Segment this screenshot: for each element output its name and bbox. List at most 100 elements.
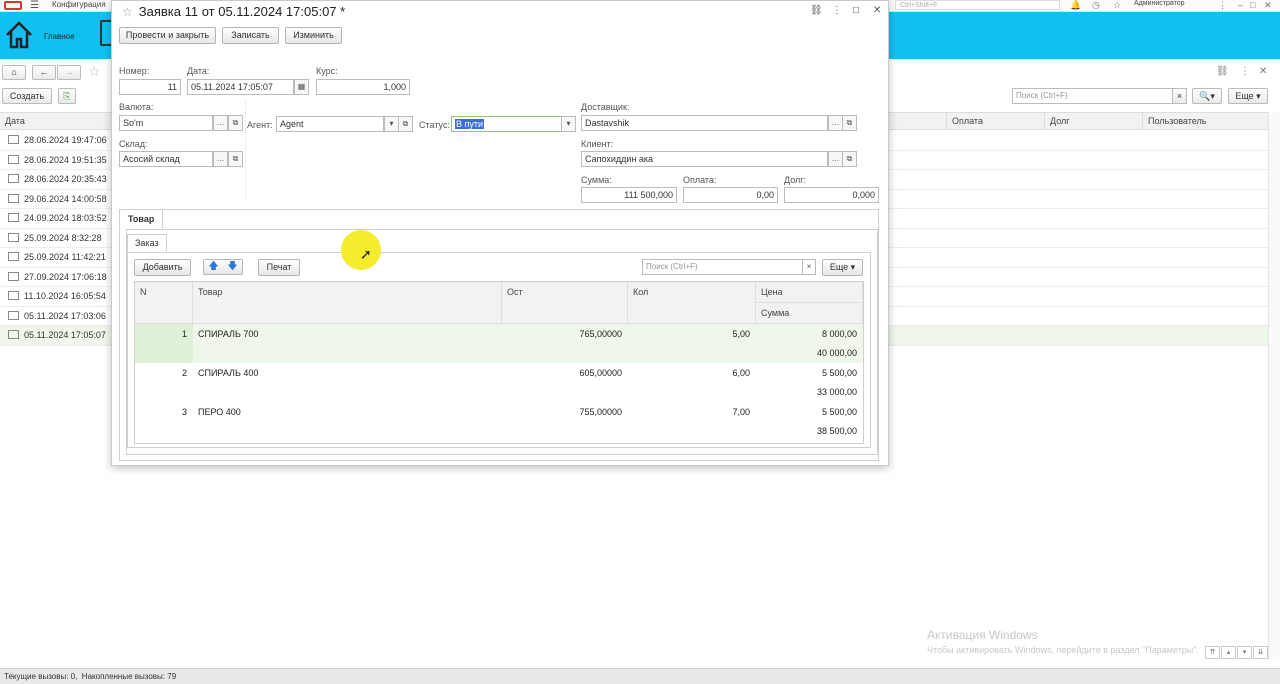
list-search-button[interactable]: 🔍▾ <box>1192 88 1222 104</box>
rate-field[interactable]: 1,000 <box>316 79 410 95</box>
table-more-button[interactable]: Еще ▾ <box>822 259 863 276</box>
col-debt[interactable]: Долг <box>1044 113 1142 130</box>
row-product[interactable]: ПЕРО 400 <box>198 407 241 417</box>
tab-order[interactable]: Заказ <box>127 234 167 252</box>
row-price[interactable]: 5 500,00 <box>756 407 857 417</box>
row-n[interactable]: 2 <box>135 368 187 378</box>
save-button[interactable]: Записать <box>222 27 279 44</box>
table-search-input[interactable]: Поиск (Ctrl+F) <box>642 259 803 275</box>
minimize-icon[interactable]: – <box>1238 0 1243 10</box>
header-qty[interactable]: Кол <box>628 282 756 324</box>
row-n[interactable]: 3 <box>135 407 187 417</box>
list-close-icon[interactable]: ✕ <box>1259 66 1267 77</box>
row-product[interactable]: СПИРАЛЬ 400 <box>198 368 258 378</box>
row-qty[interactable]: 5,00 <box>628 329 750 339</box>
supplier-select-button[interactable]: … <box>828 115 843 131</box>
status-dropdown-icon[interactable]: ▾ <box>561 116 576 132</box>
link-icon[interactable]: ⛓ <box>810 5 823 16</box>
settings-icon[interactable]: ⋮ <box>1218 0 1227 11</box>
number-field[interactable]: 11 <box>119 79 181 95</box>
close-icon[interactable]: ✕ <box>1264 0 1272 11</box>
copy-icon[interactable]: ⎘ <box>58 88 76 104</box>
col-payment[interactable]: Оплата <box>946 113 1044 130</box>
header-sum[interactable]: Сумма <box>756 303 863 324</box>
favorite-star-icon[interactable]: ☆ <box>88 63 101 80</box>
change-button[interactable]: Изминить <box>285 27 342 44</box>
tab-goods[interactable]: Товар <box>119 209 164 229</box>
header-stock[interactable]: Ост <box>502 282 628 324</box>
back-button[interactable]: ← <box>32 65 56 80</box>
col-user[interactable]: Пользователь <box>1142 113 1268 130</box>
calendar-icon[interactable]: ▦ <box>294 79 309 95</box>
row-qty[interactable]: 6,00 <box>628 368 750 378</box>
currency-field[interactable]: So'm <box>119 115 213 131</box>
row-sum[interactable]: 40 000,00 <box>756 348 857 358</box>
row-qty[interactable]: 7,00 <box>628 407 750 417</box>
forward-button[interactable]: → <box>57 65 81 80</box>
maximize-icon[interactable]: □ <box>1250 0 1255 10</box>
supplier-field[interactable]: Dastavshik <box>581 115 828 131</box>
sum-field[interactable]: 111 500,000 <box>581 187 677 203</box>
paid-field[interactable]: 0,00 <box>683 187 778 203</box>
currency-open-icon[interactable]: ⧉ <box>228 115 243 131</box>
table-search-clear-icon[interactable]: × <box>802 259 816 275</box>
client-open-icon[interactable]: ⧉ <box>842 151 857 167</box>
row-n[interactable]: 1 <box>135 329 187 339</box>
agent-field[interactable]: Agent <box>276 116 384 132</box>
date-field[interactable]: 05.11.2024 17:05:07 <box>187 79 294 95</box>
scroll-top-icon[interactable]: ⇈ <box>1205 646 1220 659</box>
client-field[interactable]: Сапохиддин ака <box>581 151 828 167</box>
move-down-icon[interactable]: 🡇 <box>223 260 242 274</box>
link-icon[interactable]: ⛓ <box>1216 66 1229 77</box>
list-search-input[interactable]: Поиск (Ctrl+F) <box>1012 88 1187 104</box>
add-row-button[interactable]: Добавить <box>134 259 191 276</box>
col-date[interactable]: Дата <box>0 113 110 130</box>
more-icon[interactable]: ⋮ <box>832 5 842 16</box>
menu-icon[interactable]: ☰ <box>30 0 39 11</box>
header-product[interactable]: Товар <box>193 282 502 324</box>
list-scrollbar[interactable] <box>1268 112 1280 660</box>
row-price[interactable]: 8 000,00 <box>756 329 857 339</box>
status-field[interactable]: В пути <box>451 116 562 132</box>
home-icon[interactable] <box>4 20 34 50</box>
scroll-up-icon[interactable]: ▴ <box>1221 646 1236 659</box>
home-nav-button[interactable]: ⌂ <box>2 65 26 80</box>
favorite-icon[interactable]: ☆ <box>122 5 133 19</box>
table-row[interactable] <box>135 402 863 441</box>
warehouse-open-icon[interactable]: ⧉ <box>228 151 243 167</box>
section-main-label[interactable]: Главное <box>44 32 75 41</box>
row-price[interactable]: 5 500,00 <box>756 368 857 378</box>
scroll-bottom-icon[interactable]: ⇊ <box>1253 646 1268 659</box>
print-button[interactable]: Печат <box>258 259 300 276</box>
history-icon[interactable]: ◷ <box>1092 0 1100 11</box>
supplier-open-icon[interactable]: ⧉ <box>842 115 857 131</box>
row-stock[interactable]: 605,00000 <box>502 368 622 378</box>
move-up-icon[interactable]: 🡅 <box>204 260 223 274</box>
row-sum[interactable]: 33 000,00 <box>756 387 857 397</box>
star-icon[interactable]: ☆ <box>1113 0 1121 11</box>
agent-dropdown-icon[interactable]: ▾ <box>384 116 399 132</box>
row-sum[interactable]: 38 500,00 <box>756 426 857 436</box>
debt-field[interactable]: 0,000 <box>784 187 879 203</box>
warehouse-select-button[interactable]: … <box>213 151 228 167</box>
close-icon[interactable]: ✕ <box>873 5 881 16</box>
create-button[interactable]: Создать <box>2 88 52 104</box>
list-more-icon[interactable]: ⋮ <box>1240 66 1250 77</box>
row-stock[interactable]: 755,00000 <box>502 407 622 417</box>
client-select-button[interactable]: … <box>828 151 843 167</box>
global-search-input[interactable]: Ctrl+Shift+F <box>895 0 1060 10</box>
currency-select-button[interactable]: … <box>213 115 228 131</box>
bell-icon[interactable]: 🔔 <box>1070 0 1081 11</box>
maximize-icon[interactable]: □ <box>853 5 859 16</box>
header-price[interactable]: Цена <box>756 282 863 303</box>
post-and-close-button[interactable]: Провести и закрыть <box>119 27 216 44</box>
user-name[interactable]: Администратор <box>1134 0 1185 7</box>
agent-open-icon[interactable]: ⧉ <box>398 116 413 132</box>
list-more-button[interactable]: Еще ▾ <box>1228 88 1268 104</box>
row-stock[interactable]: 765,00000 <box>502 329 622 339</box>
header-n[interactable]: N <box>135 282 193 324</box>
list-search-clear-icon[interactable]: × <box>1172 88 1187 104</box>
scroll-down-icon[interactable]: ▾ <box>1237 646 1252 659</box>
warehouse-field[interactable]: Асосий склад <box>119 151 213 167</box>
row-product[interactable]: СПИРАЛЬ 700 <box>198 329 258 339</box>
